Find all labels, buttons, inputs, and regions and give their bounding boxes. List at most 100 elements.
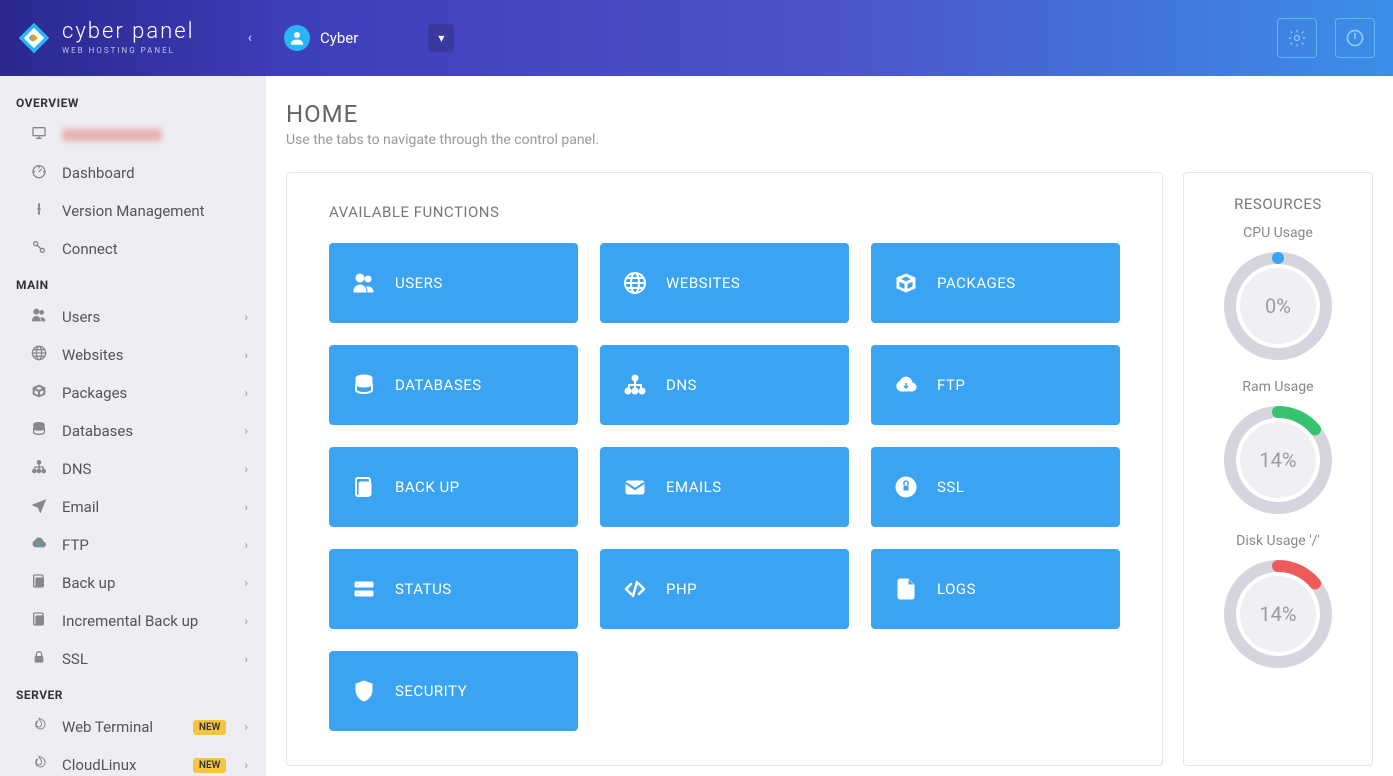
sidebar-item-packages[interactable]: Packages ›: [0, 374, 266, 412]
sidebar-item-label: DNS: [62, 460, 230, 478]
sidebar-item-users[interactable]: Users ›: [0, 298, 266, 336]
gauge-cpu-usage: CPU Usage 0%: [1202, 225, 1354, 361]
tile-label: SECURITY: [395, 682, 467, 700]
sidebar-item-back-up[interactable]: Back up›: [0, 564, 266, 602]
chevron-right-icon: ›: [244, 424, 248, 438]
tile-label: FTP: [937, 376, 965, 394]
tile-ftp[interactable]: FTP: [871, 345, 1120, 425]
user-menu[interactable]: Cyber ▾: [284, 24, 454, 52]
tile-packages[interactable]: PACKAGES: [871, 243, 1120, 323]
sidebar-item-dashboard[interactable]: Dashboard: [0, 154, 266, 192]
sidebar-item-cloudlinux[interactable]: CloudLinuxNEW›: [0, 746, 266, 776]
flame-icon: [30, 717, 48, 737]
sidebar-item-web-terminal[interactable]: Web Terminal NEW ›: [0, 708, 266, 746]
brand-tagline: WEB HOSTING PANEL: [62, 46, 195, 55]
page-title: HOME: [286, 100, 1373, 128]
gauge-value: 14%: [1259, 448, 1296, 472]
chevron-right-icon: ›: [244, 720, 248, 734]
user-avatar-icon: [284, 25, 310, 51]
sidebar-item-ftp[interactable]: FTP›: [0, 526, 266, 564]
resources-panel: RESOURCES CPU Usage0%Ram Usage14%Disk Us…: [1183, 172, 1373, 766]
security-icon: [351, 679, 377, 703]
tile-logs[interactable]: LOGS: [871, 549, 1120, 629]
sidebar-item-label: Packages: [62, 384, 230, 402]
sidebar-item-label: Version Management: [62, 202, 248, 220]
tile-databases[interactable]: DATABASES: [329, 345, 578, 425]
settings-button[interactable]: [1277, 18, 1317, 58]
tile-emails[interactable]: EMAILS: [600, 447, 849, 527]
sidebar-item-incremental-back-up[interactable]: Incremental Back up ›: [0, 602, 266, 640]
sidebar-item-label: [62, 129, 162, 141]
topbar: Cyber ▾: [266, 0, 1393, 76]
chevron-right-icon: ›: [244, 614, 248, 628]
tile-label: WEBSITES: [666, 274, 740, 292]
gauge-label: CPU Usage: [1202, 225, 1354, 241]
tile-users[interactable]: USERS: [329, 243, 578, 323]
globe-icon: [30, 345, 48, 365]
dashboard-icon: [30, 163, 48, 183]
sidebar-item-label: Web Terminal: [62, 718, 179, 736]
sidebar-group-title: SERVER: [0, 678, 266, 708]
users-icon: [30, 307, 48, 327]
tile-label: BACK UP: [395, 478, 460, 496]
chevron-right-icon: ›: [244, 310, 248, 324]
tile-status[interactable]: STATUS: [329, 549, 578, 629]
sidebar-item-label: Incremental Back up: [62, 612, 230, 630]
status-icon: [351, 577, 377, 601]
sidebar-group-title: OVERVIEW: [0, 86, 266, 116]
sidebar-item-version-management[interactable]: Version Management: [0, 192, 266, 230]
sidebar-item-label: Users: [62, 308, 230, 326]
tile-dns[interactable]: DNS: [600, 345, 849, 425]
chevron-right-icon: ›: [244, 386, 248, 400]
power-button[interactable]: [1335, 18, 1375, 58]
globe-icon: [622, 271, 648, 295]
sidebar-item-connect[interactable]: Connect: [0, 230, 266, 268]
sidebar-item-ssl[interactable]: SSL›: [0, 640, 266, 678]
functions-panel: AVAILABLE FUNCTIONS USERSWEBSITESPACKAGE…: [286, 172, 1163, 766]
email-icon: [622, 475, 648, 499]
dns-icon: [30, 459, 48, 479]
tile-label: LOGS: [937, 580, 976, 598]
user-menu-caret[interactable]: ▾: [428, 24, 454, 52]
sidebar-item-label: FTP: [62, 536, 230, 554]
brand-name: cyber panel: [62, 21, 195, 43]
packages-icon: [30, 383, 48, 403]
tile-label: EMAILS: [666, 478, 722, 496]
chevron-right-icon: ›: [244, 462, 248, 476]
sidebar-item-item[interactable]: [0, 116, 266, 154]
sidebar-item-label: Email: [62, 498, 230, 516]
chevron-right-icon: ›: [244, 576, 248, 590]
ftp-icon: [30, 535, 48, 555]
chevron-right-icon: ›: [244, 652, 248, 666]
packages-icon: [893, 271, 919, 295]
sidebar-item-websites[interactable]: Websites›: [0, 336, 266, 374]
tile-label: DNS: [666, 376, 697, 394]
logo[interactable]: cyber panel WEB HOSTING PANEL: [16, 20, 195, 56]
sidebar-header: cyber panel WEB HOSTING PANEL ‹: [0, 0, 266, 76]
tile-websites[interactable]: WEBSITES: [600, 243, 849, 323]
sidebar-item-email[interactable]: Email›: [0, 488, 266, 526]
gauge-chart: 0%: [1223, 251, 1333, 361]
database-icon: [351, 373, 377, 397]
tile-back-up[interactable]: BACK UP: [329, 447, 578, 527]
sidebar-item-databases[interactable]: Databases ›: [0, 412, 266, 450]
tile-label: PHP: [666, 580, 697, 598]
chevron-right-icon: ›: [244, 758, 248, 772]
ssl-icon: [893, 475, 919, 499]
gauge-value: 14%: [1259, 602, 1296, 626]
sidebar-item-dns[interactable]: DNS ›: [0, 450, 266, 488]
user-name: Cyber: [320, 29, 358, 47]
tile-php[interactable]: PHP: [600, 549, 849, 629]
new-badge: NEW: [193, 720, 227, 735]
database-icon: [30, 421, 48, 441]
sidebar-item-label: Databases: [62, 422, 230, 440]
backup-icon: [30, 573, 48, 593]
sidebar-collapse-button[interactable]: ‹: [248, 30, 252, 46]
tile-ssl[interactable]: SSL: [871, 447, 1120, 527]
ftp-icon: [893, 373, 919, 397]
resources-title: RESOURCES: [1202, 195, 1354, 213]
gauge-value: 0%: [1265, 294, 1291, 318]
tile-security[interactable]: SECURITY: [329, 651, 578, 731]
tile-label: USERS: [395, 274, 443, 292]
backup-icon: [351, 475, 377, 499]
